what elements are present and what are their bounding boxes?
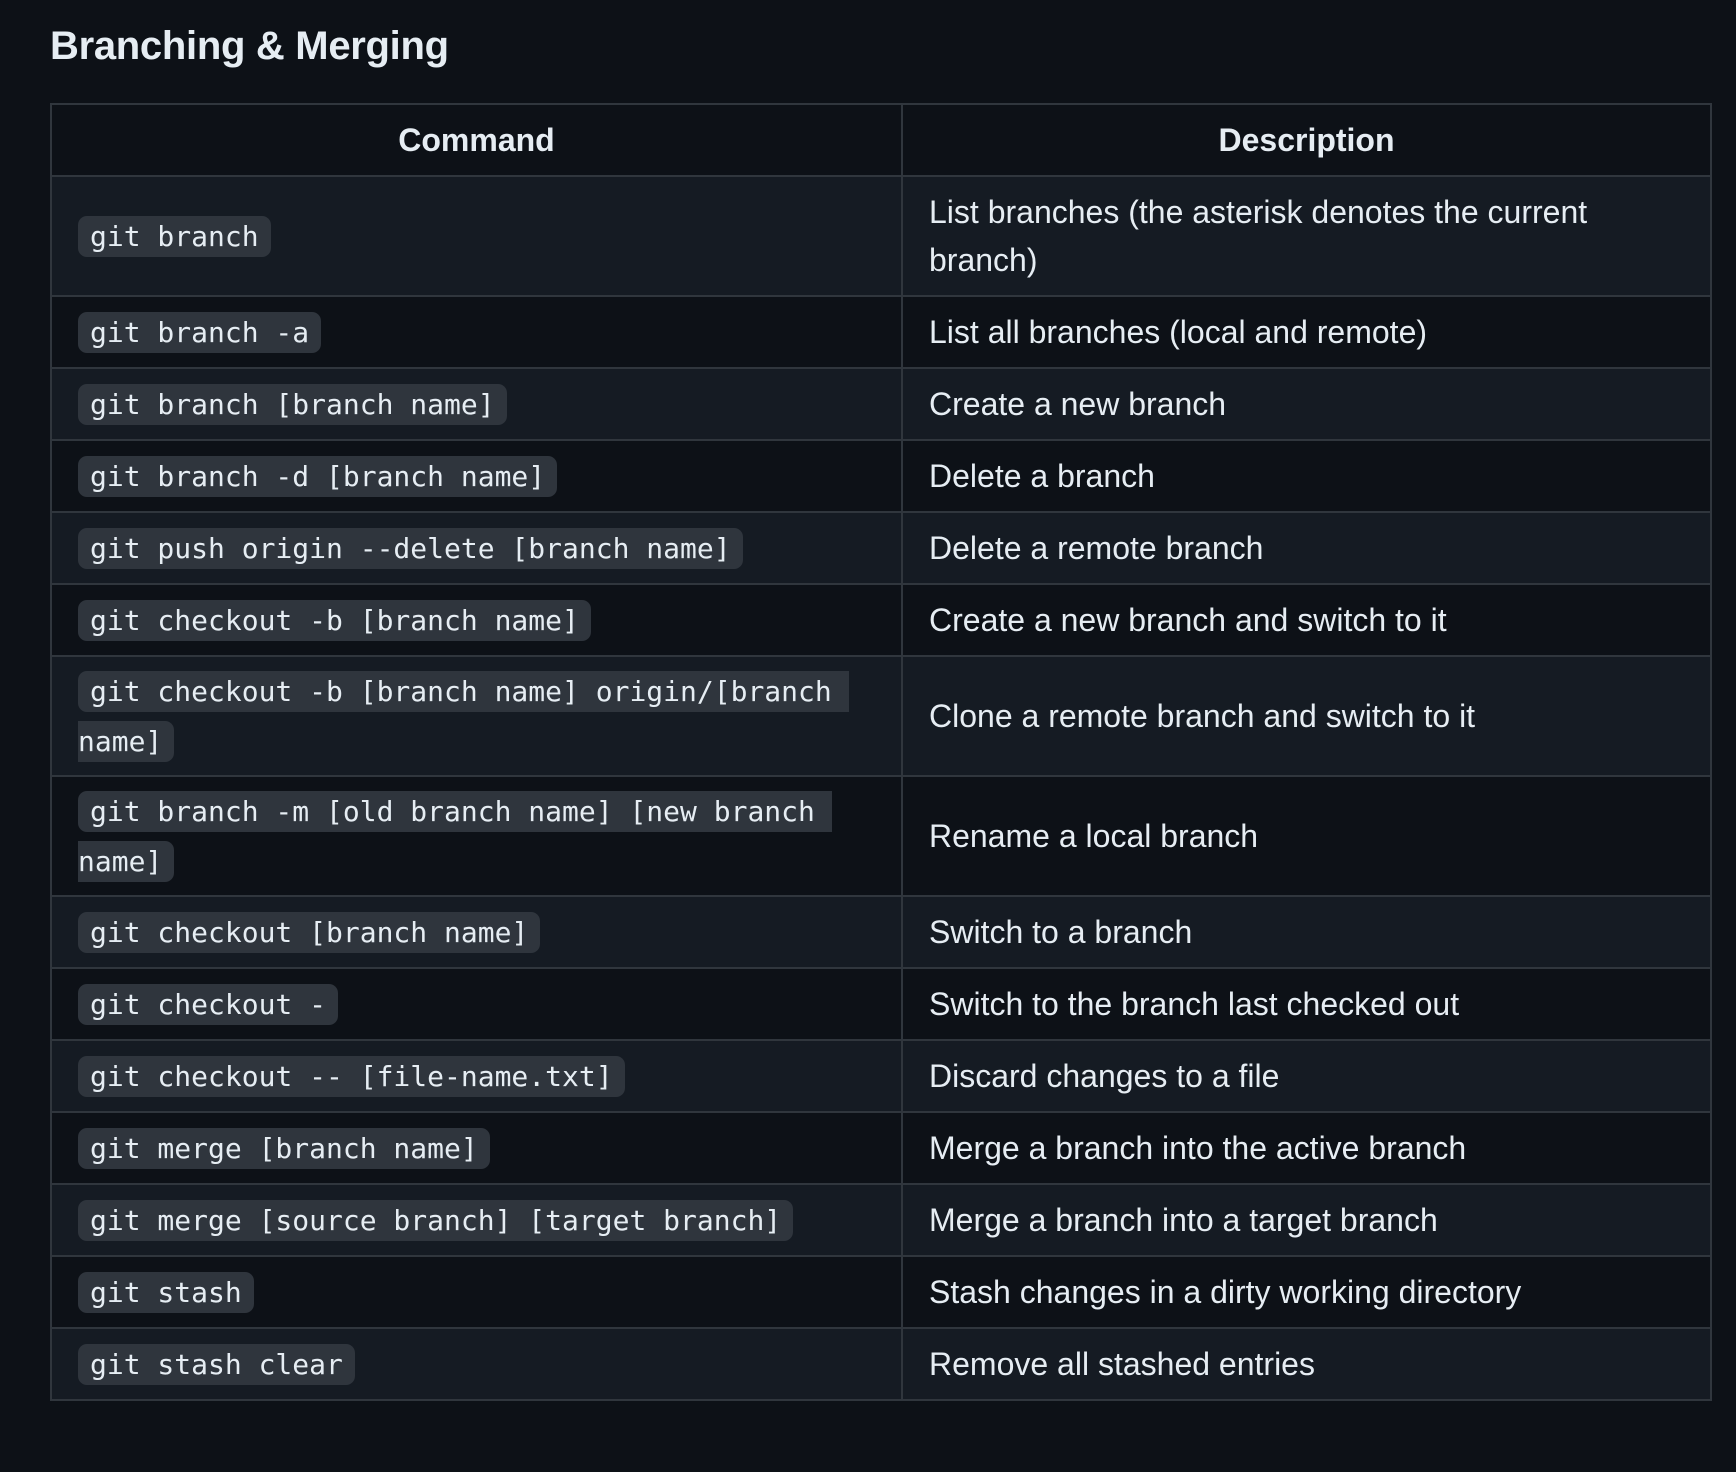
command-cell: git checkout -- [file-name.txt] bbox=[50, 1039, 903, 1113]
command-cell: git push origin --delete [branch name] bbox=[50, 511, 903, 585]
command-code: git merge [branch name] bbox=[78, 1128, 490, 1169]
table-header: Command Description bbox=[50, 103, 1712, 177]
commands-table: Command Description git branch List bran… bbox=[50, 103, 1712, 1401]
header-row: Command Description bbox=[50, 103, 1712, 177]
command-code: git branch bbox=[78, 216, 271, 257]
table-row: git branch [branch name] Create a new br… bbox=[50, 367, 1712, 441]
description-cell: Create a new branch and switch to it bbox=[901, 583, 1712, 657]
command-code: git push origin --delete [branch name] bbox=[78, 528, 743, 569]
description-cell: Merge a branch into a target branch bbox=[901, 1183, 1712, 1257]
table-row: git merge [branch name] Merge a branch i… bbox=[50, 1111, 1712, 1185]
command-cell: git branch -a bbox=[50, 295, 903, 369]
command-cell: git checkout -b [branch name] origin/[br… bbox=[50, 655, 903, 777]
command-cell: git checkout -b [branch name] bbox=[50, 583, 903, 657]
command-code: git branch -m [old branch name] [new bra… bbox=[78, 791, 832, 882]
command-cell: git checkout - bbox=[50, 967, 903, 1041]
command-code: git checkout -- [file-name.txt] bbox=[78, 1056, 625, 1097]
description-cell: List all branches (local and remote) bbox=[901, 295, 1712, 369]
section-heading: Branching & Merging bbox=[50, 24, 449, 68]
description-cell: Delete a branch bbox=[901, 439, 1712, 513]
description-cell: Merge a branch into the active branch bbox=[901, 1111, 1712, 1185]
command-code: git stash bbox=[78, 1272, 254, 1313]
command-code: git checkout [branch name] bbox=[78, 912, 541, 953]
description-cell: Switch to the branch last checked out bbox=[901, 967, 1712, 1041]
table-row: git branch -a List all branches (local a… bbox=[50, 295, 1712, 369]
table-row: git merge [source branch] [target branch… bbox=[50, 1183, 1712, 1257]
table-row: git checkout - Switch to the branch last… bbox=[50, 967, 1712, 1041]
markdown-body: Branching & Merging Command Description … bbox=[50, 0, 1712, 1401]
command-code: git checkout - bbox=[78, 984, 339, 1025]
table-row: git checkout -b [branch name] Create a n… bbox=[50, 583, 1712, 657]
column-header-description: Description bbox=[901, 103, 1712, 177]
command-cell: git merge [source branch] [target branch… bbox=[50, 1183, 903, 1257]
command-cell: git branch [branch name] bbox=[50, 367, 903, 441]
table-row: git push origin --delete [branch name] D… bbox=[50, 511, 1712, 585]
description-cell: Stash changes in a dirty working directo… bbox=[901, 1255, 1712, 1329]
description-cell: Discard changes to a file bbox=[901, 1039, 1712, 1113]
table-row: git checkout -- [file-name.txt] Discard … bbox=[50, 1039, 1712, 1113]
description-cell: Switch to a branch bbox=[901, 895, 1712, 969]
description-cell: Clone a remote branch and switch to it bbox=[901, 655, 1712, 777]
command-cell: git stash clear bbox=[50, 1327, 903, 1401]
command-code: git stash clear bbox=[78, 1344, 355, 1385]
command-code: git checkout -b [branch name] bbox=[78, 600, 591, 641]
table-row: git stash Stash changes in a dirty worki… bbox=[50, 1255, 1712, 1329]
command-cell: git branch -d [branch name] bbox=[50, 439, 903, 513]
description-cell: Delete a remote branch bbox=[901, 511, 1712, 585]
command-cell: git checkout [branch name] bbox=[50, 895, 903, 969]
command-cell: git stash bbox=[50, 1255, 903, 1329]
command-cell: git merge [branch name] bbox=[50, 1111, 903, 1185]
table-row: git branch List branches (the asterisk d… bbox=[50, 175, 1712, 297]
command-code: git branch [branch name] bbox=[78, 384, 507, 425]
column-header-command: Command bbox=[50, 103, 903, 177]
table-row: git branch -m [old branch name] [new bra… bbox=[50, 775, 1712, 897]
description-cell: Remove all stashed entries bbox=[901, 1327, 1712, 1401]
table-row: git stash clear Remove all stashed entri… bbox=[50, 1327, 1712, 1401]
description-cell: List branches (the asterisk denotes the … bbox=[901, 175, 1712, 297]
table-row: git checkout -b [branch name] origin/[br… bbox=[50, 655, 1712, 777]
command-code: git merge [source branch] [target branch… bbox=[78, 1200, 794, 1241]
table-row: git branch -d [branch name] Delete a bra… bbox=[50, 439, 1712, 513]
command-code: git checkout -b [branch name] origin/[br… bbox=[78, 671, 849, 762]
command-cell: git branch -m [old branch name] [new bra… bbox=[50, 775, 903, 897]
description-cell: Create a new branch bbox=[901, 367, 1712, 441]
command-cell: git branch bbox=[50, 175, 903, 297]
command-code: git branch -d [branch name] bbox=[78, 456, 558, 497]
command-code: git branch -a bbox=[78, 312, 322, 353]
description-cell: Rename a local branch bbox=[901, 775, 1712, 897]
table-row: git checkout [branch name] Switch to a b… bbox=[50, 895, 1712, 969]
table-body: git branch List branches (the asterisk d… bbox=[50, 175, 1712, 1401]
